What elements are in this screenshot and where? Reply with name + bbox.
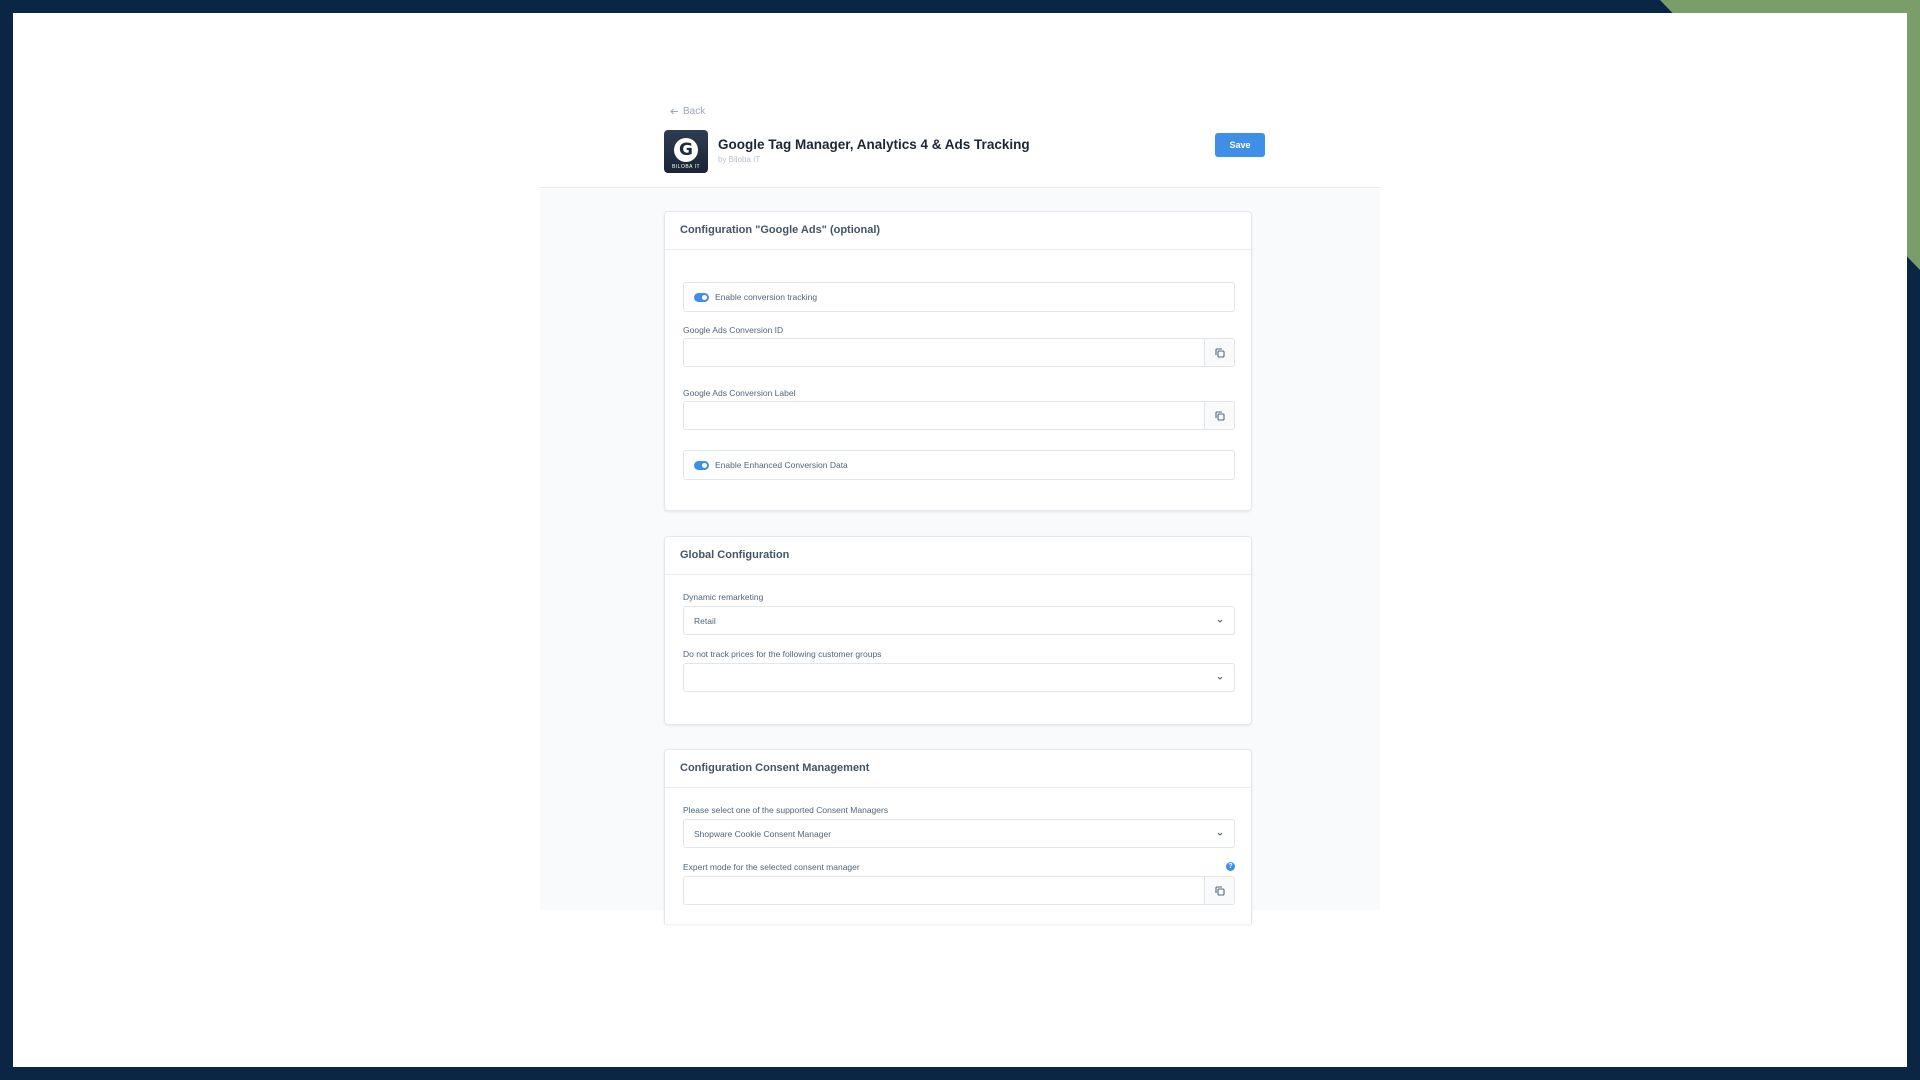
- google-ads-card: Configuration "Google Ads" (optional) En…: [664, 211, 1252, 511]
- page-header: Back G BILOBA IT Google Tag Manager, Ana…: [540, 13, 1380, 188]
- expert-mode-field: [683, 876, 1235, 905]
- plugin-config-page: Back G BILOBA IT Google Tag Manager, Ana…: [540, 13, 1380, 924]
- logo-caption: BILOBA IT: [671, 164, 701, 170]
- conversion-tracking-toggle-row: Enable conversion tracking: [683, 282, 1235, 312]
- conversion-label-label: Google Ads Conversion Label: [683, 388, 796, 398]
- conversion-tracking-label: Enable conversion tracking: [715, 292, 818, 302]
- chevron-down-icon: [1217, 619, 1223, 623]
- copy-icon: [1214, 347, 1225, 358]
- enhanced-conversion-label: Enable Enhanced Conversion Data: [715, 460, 848, 470]
- dynamic-remarketing-label: Dynamic remarketing: [683, 592, 764, 602]
- enhanced-conversion-toggle[interactable]: [694, 460, 709, 470]
- chevron-down-icon: [1217, 676, 1223, 680]
- page-title: Google Tag Manager, Analytics 4 & Ads Tr…: [718, 137, 1030, 152]
- customer-groups-label: Do not track prices for the following cu…: [683, 649, 882, 659]
- conversion-tracking-toggle[interactable]: [694, 292, 709, 302]
- save-button[interactable]: Save: [1215, 133, 1265, 157]
- dynamic-remarketing-value: Retail: [694, 615, 716, 626]
- arrow-left-icon: [670, 108, 678, 115]
- plugin-logo: G BILOBA IT: [664, 130, 708, 173]
- customer-groups-select[interactable]: [683, 663, 1235, 692]
- back-link[interactable]: Back: [670, 106, 705, 117]
- google-ads-card-title: Configuration "Google Ads" (optional): [665, 212, 1251, 250]
- consent-card-title: Configuration Consent Management: [665, 750, 1251, 788]
- conversion-label-copy-button[interactable]: [1204, 402, 1234, 429]
- expert-mode-label: Expert mode for the selected consent man…: [683, 862, 860, 872]
- copy-icon: [1214, 885, 1225, 896]
- conversion-id-field: [683, 338, 1235, 367]
- expert-mode-copy-button[interactable]: [1204, 877, 1234, 904]
- chevron-down-icon: [1217, 832, 1223, 836]
- consent-manager-select[interactable]: Shopware Cookie Consent Manager: [683, 819, 1235, 848]
- consent-manager-label: Please select one of the supported Conse…: [683, 805, 889, 815]
- logo-letter: G: [674, 137, 698, 162]
- expert-mode-input[interactable]: [684, 877, 1204, 904]
- consent-manager-value: Shopware Cookie Consent Manager: [694, 828, 832, 839]
- enhanced-conversion-toggle-row: Enable Enhanced Conversion Data: [683, 450, 1235, 480]
- config-content: Configuration "Google Ads" (optional) En…: [540, 189, 1380, 924]
- conversion-id-input[interactable]: [684, 339, 1204, 366]
- consent-card: Configuration Consent Management Please …: [664, 749, 1252, 924]
- global-config-card-title: Global Configuration: [665, 537, 1251, 575]
- screen-canvas: Back G BILOBA IT Google Tag Manager, Ana…: [13, 13, 1907, 1067]
- help-icon[interactable]: ?: [1226, 862, 1235, 871]
- conversion-label-field: [683, 401, 1235, 430]
- conversion-id-copy-button[interactable]: [1204, 339, 1234, 366]
- dynamic-remarketing-select[interactable]: Retail: [683, 606, 1235, 635]
- conversion-id-label: Google Ads Conversion ID: [683, 325, 784, 335]
- back-label: Back: [683, 106, 706, 117]
- copy-icon: [1214, 410, 1225, 421]
- plugin-author: by Biloba IT: [718, 155, 761, 164]
- global-config-card: Global Configuration Dynamic remarketing…: [664, 536, 1252, 725]
- conversion-label-input[interactable]: [684, 402, 1204, 429]
